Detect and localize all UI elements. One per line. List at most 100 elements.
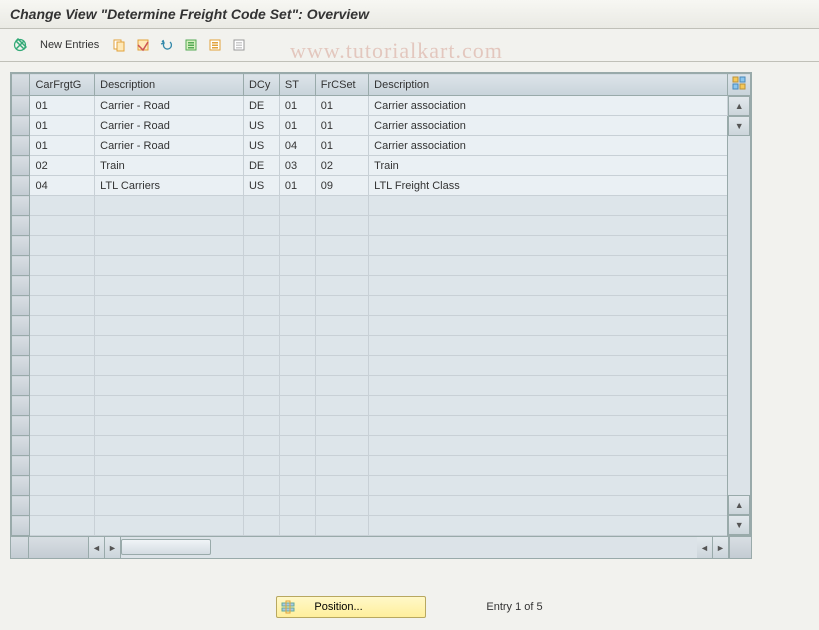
row-selector[interactable] xyxy=(12,396,30,416)
vscroll-up-icon[interactable]: ▲ xyxy=(728,96,750,116)
cell-st[interactable]: 04 xyxy=(279,136,315,156)
select-all-icon[interactable] xyxy=(181,35,201,55)
row-selector[interactable] xyxy=(12,156,30,176)
row-selector[interactable] xyxy=(12,216,30,236)
row-selector[interactable] xyxy=(12,296,30,316)
empty-cell xyxy=(30,396,95,416)
cell-frcset[interactable]: 02 xyxy=(315,156,368,176)
empty-cell xyxy=(369,256,728,276)
empty-cell xyxy=(30,476,95,496)
empty-cell xyxy=(95,436,244,456)
vscroll-down2-icon[interactable]: ▼ xyxy=(728,515,750,535)
hscroll-left2-icon[interactable]: ◄ xyxy=(697,537,713,558)
column-dcy[interactable]: DCy xyxy=(243,74,279,96)
row-selector[interactable] xyxy=(12,236,30,256)
column-selector-header[interactable] xyxy=(12,74,30,96)
hscroll-thumb[interactable] xyxy=(121,539,211,555)
position-button-label: Position... xyxy=(314,601,362,613)
hscroll-right2-icon[interactable]: ► xyxy=(713,537,729,558)
cell-description2[interactable]: Carrier association xyxy=(369,96,728,116)
cell-st[interactable]: 01 xyxy=(279,176,315,196)
position-button[interactable]: Position... xyxy=(276,596,426,618)
cell-st[interactable]: 01 xyxy=(279,116,315,136)
cell-description1[interactable]: Carrier - Road xyxy=(95,116,244,136)
hscroll-left-icon[interactable]: ◄ xyxy=(89,537,105,558)
row-selector[interactable] xyxy=(12,456,30,476)
row-selector[interactable] xyxy=(12,356,30,376)
column-st[interactable]: ST xyxy=(279,74,315,96)
cell-description1[interactable]: Carrier - Road xyxy=(95,96,244,116)
cell-st[interactable]: 01 xyxy=(279,96,315,116)
row-selector[interactable] xyxy=(12,496,30,516)
column-description1[interactable]: Description xyxy=(95,74,244,96)
undo-icon[interactable] xyxy=(157,35,177,55)
display-change-icon[interactable] xyxy=(10,35,30,55)
cell-frcset[interactable]: 01 xyxy=(315,96,368,116)
cell-dcy[interactable]: US xyxy=(243,116,279,136)
cell-description1[interactable]: LTL Carriers xyxy=(95,176,244,196)
row-selector[interactable] xyxy=(12,416,30,436)
row-selector[interactable] xyxy=(12,96,30,116)
column-frcset[interactable]: FrCSet xyxy=(315,74,368,96)
copy-as-icon[interactable] xyxy=(109,35,129,55)
vscroll-track[interactable] xyxy=(728,136,750,495)
cell-carfrgtg[interactable]: 01 xyxy=(30,96,95,116)
vscroll-down-icon[interactable]: ▼ xyxy=(728,116,750,136)
cell-dcy[interactable]: DE xyxy=(243,156,279,176)
hscroll-track[interactable] xyxy=(121,537,409,558)
cell-description2[interactable]: LTL Freight Class xyxy=(369,176,728,196)
toolbar: New Entries xyxy=(0,29,819,62)
vscroll-up2-icon[interactable]: ▲ xyxy=(728,495,750,515)
row-selector[interactable] xyxy=(12,476,30,496)
row-selector[interactable] xyxy=(12,256,30,276)
row-selector[interactable] xyxy=(12,516,30,536)
row-selector[interactable] xyxy=(12,316,30,336)
table-row xyxy=(12,416,751,436)
row-selector[interactable] xyxy=(12,176,30,196)
cell-dcy[interactable]: US xyxy=(243,136,279,156)
empty-cell xyxy=(279,276,315,296)
cell-dcy[interactable]: US xyxy=(243,176,279,196)
cell-frcset[interactable]: 09 xyxy=(315,176,368,196)
table-row xyxy=(12,396,751,416)
cell-description2[interactable]: Carrier association xyxy=(369,116,728,136)
cell-st[interactable]: 03 xyxy=(279,156,315,176)
empty-cell xyxy=(279,196,315,216)
entry-status: Entry 1 of 5 xyxy=(486,601,542,613)
cell-description1[interactable]: Train xyxy=(95,156,244,176)
cell-description2[interactable]: Carrier association xyxy=(369,136,728,156)
row-selector[interactable] xyxy=(12,136,30,156)
table-row xyxy=(12,316,751,336)
delete-icon[interactable] xyxy=(133,35,153,55)
position-icon xyxy=(280,599,296,615)
empty-cell xyxy=(243,476,279,496)
cell-dcy[interactable]: DE xyxy=(243,96,279,116)
new-entries-button[interactable]: New Entries xyxy=(34,37,105,53)
cell-description2[interactable]: Train xyxy=(369,156,728,176)
empty-cell xyxy=(30,516,95,536)
column-description2[interactable]: Description xyxy=(369,74,728,96)
cell-carfrgtg[interactable]: 04 xyxy=(30,176,95,196)
row-selector[interactable] xyxy=(12,276,30,296)
cell-carfrgtg[interactable]: 01 xyxy=(30,136,95,156)
table-area: CarFrgtG Description DCy ST FrCSet Descr… xyxy=(10,72,752,559)
cell-carfrgtg[interactable]: 01 xyxy=(30,116,95,136)
cell-frcset[interactable]: 01 xyxy=(315,136,368,156)
row-selector[interactable] xyxy=(12,376,30,396)
table-row xyxy=(12,516,751,536)
cell-frcset[interactable]: 01 xyxy=(315,116,368,136)
empty-cell xyxy=(243,256,279,276)
table-settings-icon[interactable] xyxy=(728,74,751,96)
row-selector[interactable] xyxy=(12,196,30,216)
empty-cell xyxy=(30,216,95,236)
cell-carfrgtg[interactable]: 02 xyxy=(30,156,95,176)
row-selector[interactable] xyxy=(12,436,30,456)
select-block-icon[interactable] xyxy=(205,35,225,55)
cell-description1[interactable]: Carrier - Road xyxy=(95,136,244,156)
hscroll-right-icon[interactable]: ► xyxy=(105,537,121,558)
empty-cell xyxy=(369,456,728,476)
deselect-all-icon[interactable] xyxy=(229,35,249,55)
column-carfrgtg[interactable]: CarFrgtG xyxy=(30,74,95,96)
row-selector[interactable] xyxy=(12,116,30,136)
row-selector[interactable] xyxy=(12,336,30,356)
